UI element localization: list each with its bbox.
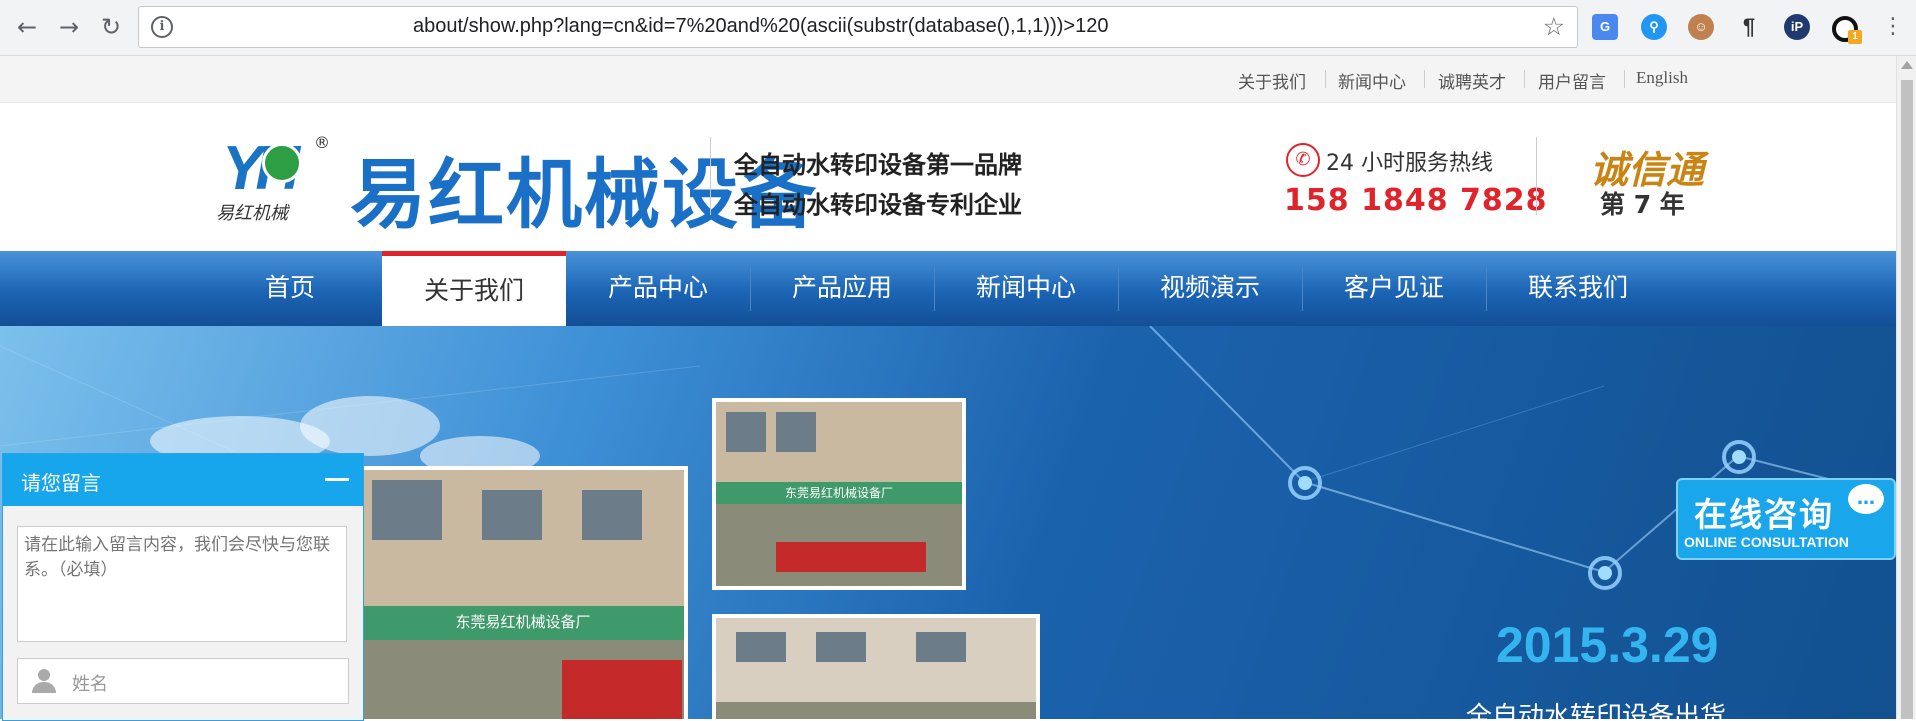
online-consultation-button[interactable]: 在线咨询 … ONLINE CONSULTATION xyxy=(1676,478,1896,560)
logo-globe-icon xyxy=(262,143,302,183)
network-node-icon xyxy=(1722,440,1756,474)
phone-icon: ✆ xyxy=(1286,143,1320,177)
photo-detail xyxy=(372,480,442,540)
ip-extension-icon[interactable]: iP xyxy=(1784,14,1810,40)
browser-toolbar: ← → ↻ i about/show.php?lang=cn&id=7%20an… xyxy=(0,0,1916,56)
url-text[interactable]: about/show.php?lang=cn&id=7%20and%20(asc… xyxy=(413,15,1108,38)
photo-label: 东莞易红机械设备厂 xyxy=(362,606,684,640)
divider xyxy=(710,137,711,215)
address-bar[interactable]: i about/show.php?lang=cn&id=7%20and%20(a… xyxy=(138,6,1578,48)
toplink-news[interactable]: 新闻中心 xyxy=(1338,68,1406,93)
toplink-about[interactable]: 关于我们 xyxy=(1238,68,1306,93)
name-placeholder: 姓名 xyxy=(72,674,108,695)
nav-products[interactable]: 产品中心 xyxy=(566,251,750,326)
message-widget: 请您留言 姓名 xyxy=(2,453,364,721)
photo-detail xyxy=(816,632,866,662)
google-translate-icon[interactable]: G xyxy=(1592,14,1618,40)
photo-detail xyxy=(736,632,786,662)
divider xyxy=(1624,70,1625,88)
divider xyxy=(1424,70,1425,88)
nav-testimonials[interactable]: 客户见证 xyxy=(1302,251,1486,326)
toplink-english[interactable]: English xyxy=(1636,68,1688,88)
message-widget-header[interactable]: 请您留言 xyxy=(3,454,363,506)
network-node-icon xyxy=(1288,466,1322,500)
registered-mark-icon: ® xyxy=(314,133,330,152)
hotline-label: 24 小时服务热线 xyxy=(1326,151,1493,176)
scrollbar-thumb[interactable] xyxy=(1901,80,1913,719)
bookmark-star-icon[interactable]: ☆ xyxy=(1543,12,1565,41)
user-icon xyxy=(32,669,56,693)
shipment-photo xyxy=(712,614,1040,719)
slogan-line-1: 全自动水转印设备第一品牌 xyxy=(734,151,1022,179)
phone-number: 158 1848 7828 xyxy=(1284,183,1548,218)
shipment-photo: 东莞易红机械设备厂 xyxy=(358,466,688,719)
scroll-up-arrow-icon[interactable] xyxy=(1901,61,1913,69)
divider xyxy=(1524,70,1525,88)
pilcrow-extension-icon[interactable]: ¶ xyxy=(1736,14,1762,40)
nav-videos[interactable]: 视频演示 xyxy=(1118,251,1302,326)
slogan-line-2: 全自动水转印设备专利企业 xyxy=(734,191,1022,219)
nav-home[interactable]: 首页 xyxy=(198,251,382,326)
top-links-bar: 关于我们 新闻中心 诚聘英才 用户留言 English xyxy=(0,56,1896,103)
main-nav: 首页 关于我们 产品中心 产品应用 新闻中心 视频演示 客户见证 联系我们 xyxy=(0,251,1896,326)
ghostery-icon[interactable]: ☺ xyxy=(1688,14,1714,40)
divider xyxy=(1325,70,1326,88)
chrome-menu-icon[interactable]: ⋮ xyxy=(1878,12,1908,42)
photo-detail xyxy=(776,542,926,572)
toplink-jobs[interactable]: 诚聘英才 xyxy=(1438,68,1506,93)
extension-badge: 1 xyxy=(1848,30,1862,44)
banner-date: 2015.3.29 xyxy=(1496,617,1719,673)
consult-label-en: ONLINE CONSULTATION xyxy=(1684,534,1849,550)
forward-arrow-icon[interactable]: → xyxy=(54,12,84,42)
nav-news[interactable]: 新闻中心 xyxy=(934,251,1118,326)
page-scrollbar[interactable] xyxy=(1896,56,1916,719)
banner-caption: 全自动水转印设备出货 xyxy=(1466,702,1727,719)
logo-subtitle: 易红机械 xyxy=(216,203,288,223)
message-widget-title: 请您留言 xyxy=(21,471,101,495)
photo-detail xyxy=(916,632,966,662)
info-icon[interactable]: i xyxy=(151,16,173,38)
photo-detail xyxy=(562,660,682,719)
photo-detail xyxy=(482,490,542,540)
chengxintong-year: 第 7 年 xyxy=(1600,190,1685,219)
search-extension-icon[interactable]: ⚲ xyxy=(1641,14,1667,40)
photo-detail xyxy=(582,490,642,540)
site-header: YH ® 易红机械 易红机械设备 全自动水转印设备第一品牌 全自动水转印设备专利… xyxy=(0,103,1896,251)
network-node-icon xyxy=(1588,556,1622,590)
toplink-guestbook[interactable]: 用户留言 xyxy=(1538,68,1606,93)
shipment-photo: 东莞易红机械设备厂 xyxy=(712,398,966,590)
chat-bubble-icon: … xyxy=(1848,484,1884,514)
minimize-icon[interactable] xyxy=(325,478,349,481)
photo-label: 东莞易红机械设备厂 xyxy=(716,482,962,504)
nav-applications[interactable]: 产品应用 xyxy=(750,251,934,326)
reload-icon[interactable]: ↻ xyxy=(96,12,126,42)
world-map-shape xyxy=(300,396,440,456)
back-arrow-icon[interactable]: ← xyxy=(12,12,42,42)
nav-about[interactable]: 关于我们 xyxy=(382,251,566,326)
divider xyxy=(1536,137,1537,215)
photo-detail xyxy=(726,412,766,452)
consult-label-cn: 在线咨询 xyxy=(1694,495,1834,534)
message-content-input[interactable] xyxy=(17,526,347,642)
name-field[interactable]: 姓名 xyxy=(17,658,349,704)
photo-detail xyxy=(776,412,816,452)
nav-contact[interactable]: 联系我们 xyxy=(1486,251,1670,326)
